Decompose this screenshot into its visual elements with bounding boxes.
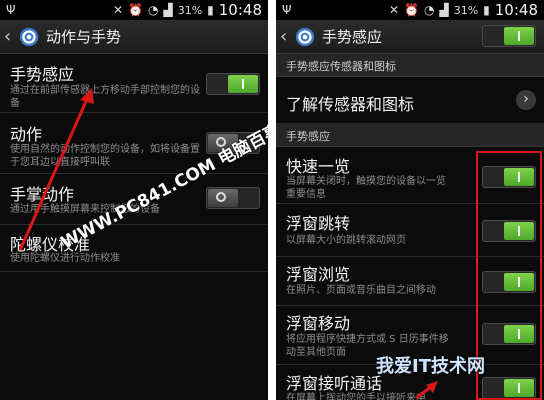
chevron-right-icon: › bbox=[516, 90, 536, 110]
list-item-gesture-sensing[interactable]: 手势感应 通过在前部传感器上方移动手部控制您的设备 bbox=[0, 54, 268, 113]
clock: 10:48 bbox=[494, 1, 538, 19]
watermark: 我爱IT技术网 bbox=[376, 356, 485, 377]
action-bar: ‹ 手势感应 bbox=[276, 20, 544, 54]
section-header-sensor: 手势感应传感器和图标 bbox=[276, 54, 544, 77]
item-title: 动作 bbox=[10, 125, 43, 144]
wifi-icon: ◔ bbox=[147, 3, 159, 17]
usb-icon: Ψ bbox=[6, 3, 16, 17]
item-subtitle: 通过在前部传感器上方移动手部控制您的设备 bbox=[10, 85, 200, 109]
battery-icon: ▮ bbox=[207, 3, 214, 17]
palm-motion-toggle[interactable] bbox=[206, 187, 260, 209]
battery-icon: ▮ bbox=[483, 3, 490, 17]
item-title: 快速一览 bbox=[286, 157, 351, 176]
right-screen: Ψ ✕ ⏰ ◔ ▟ 31% ▮ 10:48 ‹ 手势感应 手势感应传感器和图标 … bbox=[276, 0, 544, 400]
item-subtitle: 在照片、页面或音乐曲目之间移动 bbox=[286, 285, 436, 296]
mute-icon: ✕ bbox=[112, 3, 124, 17]
status-bar: Ψ ✕ ⏰ ◔ ▟ 31% ▮ 10:48 bbox=[276, 0, 544, 20]
item-title: 浮窗浏览 bbox=[286, 265, 351, 284]
item-title: 了解传感器和图标 bbox=[286, 95, 415, 114]
list-item-gyro-calibration[interactable]: 陀螺仪校准 使用陀螺仪进行动作校准 bbox=[0, 225, 268, 272]
item-subtitle: 在屏幕上挥动您的手以接听来电 bbox=[286, 393, 426, 400]
back-icon[interactable]: ‹ bbox=[280, 26, 294, 47]
item-title: 浮窗移动 bbox=[286, 314, 351, 333]
signal-icon: ▟ bbox=[439, 3, 449, 17]
back-icon[interactable]: ‹ bbox=[4, 26, 18, 47]
battery-percent: 31% bbox=[177, 3, 203, 17]
item-title: 浮窗跳转 bbox=[286, 214, 351, 233]
master-toggle[interactable] bbox=[482, 25, 536, 47]
battery-percent: 31% bbox=[453, 3, 479, 17]
alarm-icon: ⏰ bbox=[404, 3, 419, 17]
item-title: 手势感应 bbox=[10, 65, 75, 84]
alarm-icon: ⏰ bbox=[128, 3, 143, 17]
signal-icon: ▟ bbox=[163, 3, 173, 17]
action-bar: ‹ 动作与手势 bbox=[0, 20, 268, 54]
item-title: 浮窗接听通话 bbox=[286, 374, 383, 393]
item-subtitle: 使用陀螺仪进行动作校准 bbox=[10, 253, 120, 264]
item-subtitle: 使用自然的动作控制您的设备，如将设备置于您耳边以直接呼叫联 bbox=[10, 144, 200, 168]
wifi-icon: ◔ bbox=[423, 3, 435, 17]
page-title: 动作与手势 bbox=[46, 28, 122, 46]
gear-icon[interactable] bbox=[18, 26, 40, 48]
status-bar: Ψ ✕ ⏰ ◔ ▟ 31% ▮ 10:48 bbox=[0, 0, 268, 20]
mute-icon: ✕ bbox=[388, 3, 400, 17]
page-title: 手势感应 bbox=[322, 28, 383, 46]
highlight-box bbox=[476, 151, 542, 400]
item-subtitle: 以屏幕大小的跳转滚动网页 bbox=[286, 235, 406, 246]
left-screen: Ψ ✕ ⏰ ◔ ▟ 31% ▮ 10:48 ‹ 动作与手势 手势感应 通过在前部… bbox=[0, 0, 268, 400]
item-subtitle: 当屏幕关闭时，触摸您的设备以一览重要信息 bbox=[286, 176, 446, 200]
section-header-gesture: 手势感应 bbox=[276, 124, 544, 147]
usb-icon: Ψ bbox=[282, 3, 292, 17]
gear-icon[interactable] bbox=[294, 26, 316, 48]
item-title: 手掌动作 bbox=[10, 185, 75, 204]
clock: 10:48 bbox=[218, 1, 262, 19]
learn-sensor-item[interactable]: 了解传感器和图标 › bbox=[276, 77, 544, 124]
gesture-sensing-toggle[interactable] bbox=[206, 73, 260, 95]
